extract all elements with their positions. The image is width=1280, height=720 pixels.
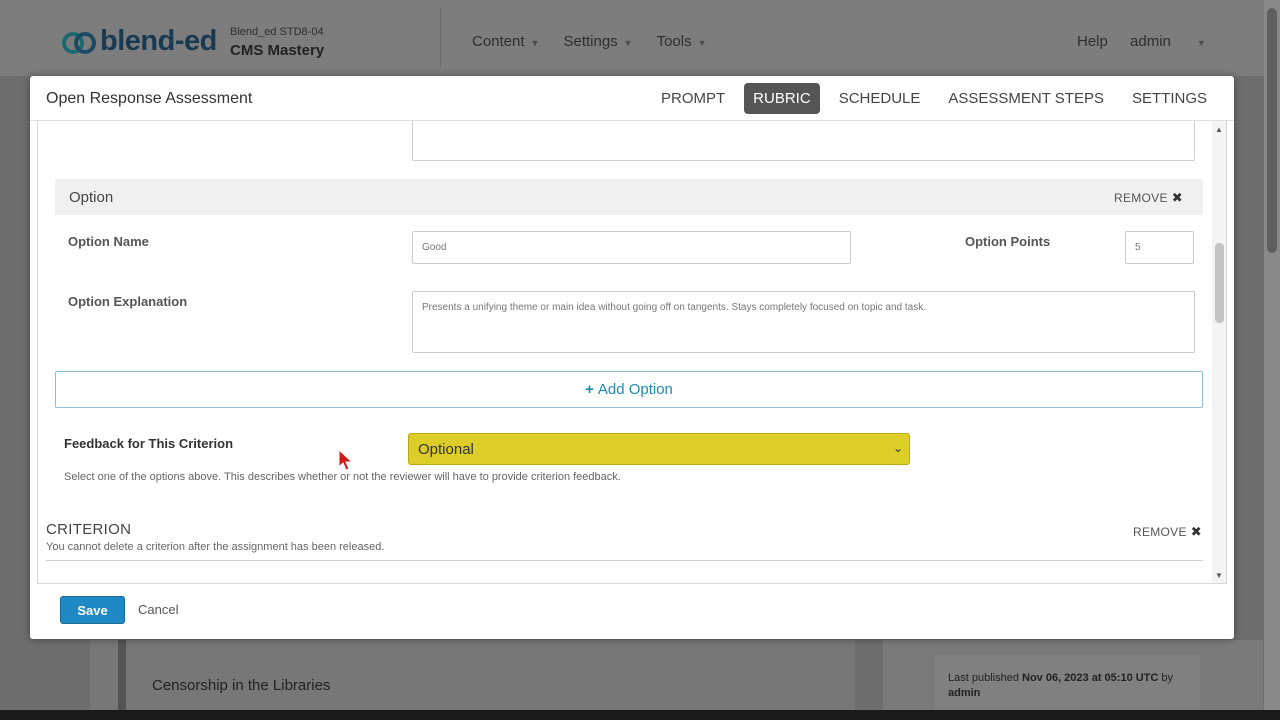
page-scrollbar-thumb[interactable] [1267,8,1277,253]
chevron-down-icon: ▼ [1196,38,1206,48]
tab-settings[interactable]: SETTINGS [1123,83,1216,114]
option-points-label: Option Points [965,234,1051,249]
close-icon: ✖ [1190,524,1202,539]
ora-editor-modal: Open Response Assessment PROMPT RUBRIC S… [30,76,1234,639]
help-link[interactable]: Help [1077,33,1108,50]
studio-nav: Content ▼ Settings ▼ Tools ▼ [472,33,731,50]
body-scrollbar[interactable]: ▲ ▼ [1212,121,1226,583]
chevron-down-icon: ▼ [623,38,633,48]
close-icon: ✖ [1171,190,1183,205]
unit-title: Censorship in the Libraries [152,677,331,694]
criterion-prompt-textarea[interactable] [412,121,1195,161]
tab-rubric[interactable]: RUBRIC [744,83,820,114]
course-info: Blend_ed STD8-04 CMS Mastery [230,26,324,59]
option-header: Option REMOVE ✖ [55,179,1203,215]
nav-content[interactable]: Content ▼ [472,33,539,50]
screen-bottom-edge [0,710,1280,720]
user-nav: Help admin ▼ [1077,33,1242,50]
option-explanation-label: Option Explanation [68,294,188,309]
modal-footer: Save Cancel [30,584,1234,639]
publish-status: Last published Nov 06, 2023 at 05:10 UTC… [948,672,1174,699]
logo-icon [62,24,98,58]
chevron-down-icon: ⌄ [892,441,903,455]
save-button[interactable]: Save [60,596,125,624]
chevron-down-icon: ▼ [530,38,540,48]
scroll-down-icon[interactable]: ▼ [1215,571,1223,580]
modal-tabs: PROMPT RUBRIC SCHEDULE ASSESSMENT STEPS … [642,83,1216,114]
feedback-selected-value: Optional [418,441,474,458]
user-menu[interactable]: admin ▼ [1130,33,1224,50]
tab-prompt[interactable]: PROMPT [652,83,734,114]
rubric-editor-body: Option REMOVE ✖ Option Name Good Option P… [37,121,1227,584]
unit-card-accent [118,640,126,720]
scroll-up-icon[interactable]: ▲ [1215,125,1223,134]
body-scrollbar-thumb[interactable] [1215,243,1224,323]
modal-title: Open Response Assessment [46,90,253,107]
cancel-button[interactable]: Cancel [138,602,178,617]
criterion-note: You cannot delete a criterion after the … [46,541,385,553]
plus-icon: + [585,381,594,398]
tab-assessment-steps[interactable]: ASSESSMENT STEPS [939,83,1113,114]
nav-settings[interactable]: Settings ▼ [563,33,632,50]
nav-tools[interactable]: Tools ▼ [657,33,707,50]
remove-criterion-button[interactable]: REMOVE ✖ [1133,524,1202,540]
course-org: Blend_ed STD8-04 [230,26,324,38]
header-divider [440,8,441,68]
course-name: CMS Mastery [230,42,325,59]
option-name-label: Option Name [68,234,149,249]
criterion-divider [46,560,1203,561]
page-scrollbar[interactable] [1264,0,1280,710]
feedback-select[interactable]: Optional ⌄ [408,433,910,465]
add-option-button[interactable]: + Add Option [55,371,1203,408]
tab-schedule[interactable]: SCHEDULE [830,83,930,114]
feedback-label: Feedback for This Criterion [64,436,234,451]
option-section-label: Option [69,189,114,206]
logo-text: blend-ed [100,24,217,57]
studio-header: blend-ed Blend_ed STD8-04 CMS Mastery Co… [0,0,1264,76]
option-name-input[interactable]: Good [412,231,851,264]
option-explanation-textarea[interactable]: Presents a unifying theme or main idea w… [412,291,1195,353]
remove-option-button[interactable]: REMOVE ✖ [1114,190,1183,206]
criterion-heading: CRITERION [46,521,132,538]
chevron-down-icon: ▼ [697,38,707,48]
option-points-input[interactable]: 5 [1125,231,1194,264]
blend-ed-logo[interactable]: blend-ed [62,24,217,58]
modal-header: Open Response Assessment PROMPT RUBRIC S… [30,76,1234,121]
